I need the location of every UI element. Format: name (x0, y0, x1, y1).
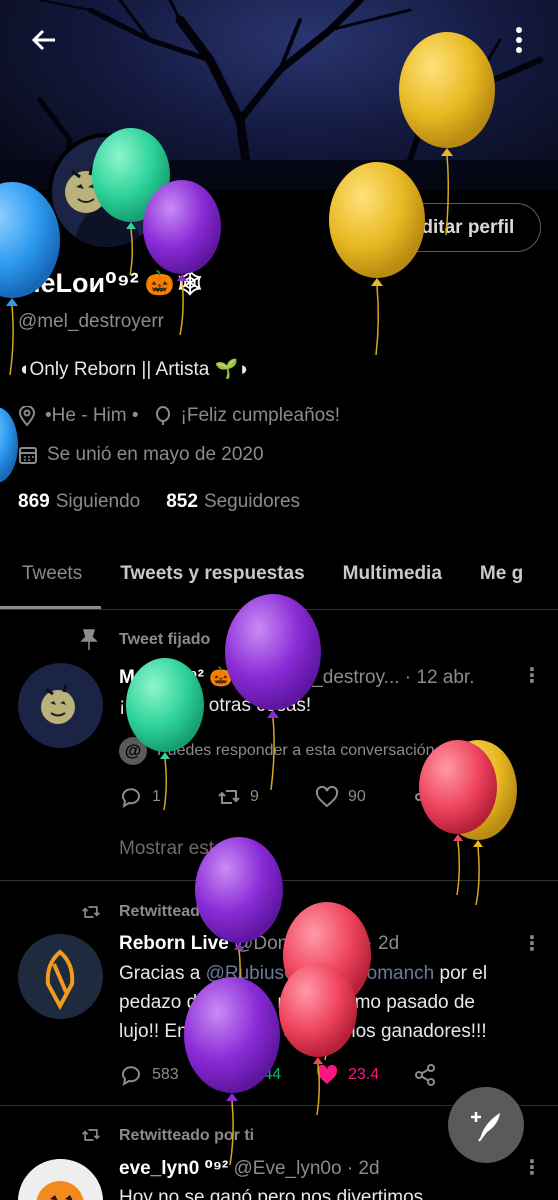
tweet-author-avatar[interactable] (18, 934, 103, 1019)
tweet-author-handle: @DonReborn2 (234, 933, 362, 954)
reply-icon (122, 1066, 140, 1087)
reborn-logo-avatar-image (18, 934, 103, 1019)
conversation-notice: @ Puedes responder a esta conversación (119, 737, 435, 765)
location-pin-icon (18, 406, 36, 426)
name-emojis: 🎃🕸 (144, 270, 206, 297)
tweet-text: ¡Dibujos y otras cosas! (119, 695, 312, 716)
arrow-left-icon (31, 29, 55, 51)
pumpkin-head-avatar-image (18, 663, 103, 748)
tweet-text-part: Gracias a (119, 963, 206, 984)
pin-icon (80, 629, 98, 650)
tweet-time: · 2d (346, 1158, 380, 1179)
profile-handle: @mel_destroyerr (18, 311, 164, 332)
like-count: 90 (348, 788, 366, 805)
profile-joined-row: Se unió en mayo de 2020 (18, 444, 264, 466)
retweet-icon (218, 790, 240, 804)
tweet-text: Gracias a @RubiusOMG @Komanch por el ped… (119, 959, 519, 1046)
heart-icon (315, 785, 339, 808)
followers-link[interactable]: 852 Seguidores (166, 491, 300, 513)
retweet-button[interactable]: 1,44 (217, 1063, 315, 1087)
share-icon (415, 1064, 435, 1086)
tweet-context-label: Retwitteado por ti (119, 1127, 255, 1144)
more-options-button[interactable] (499, 20, 539, 60)
retweet-button[interactable]: 9 (217, 785, 315, 809)
balloon-gold (329, 162, 425, 356)
like-count: 23.4 (348, 1066, 380, 1083)
reply-count: 1 (152, 788, 161, 805)
tab-tweets-and-replies[interactable]: Tweets y respuestas (101, 552, 323, 609)
tweet-author-name[interactable]: MeLoи⁰⁹² 🎃🕸 (119, 667, 257, 688)
like-button[interactable]: 90 (315, 785, 413, 809)
conversation-notice-text: Puedes responder a esta conversación (157, 742, 435, 759)
display-name: MeLoи⁰⁹² (18, 268, 139, 298)
tweet-author-handle: @mel_destroy... (262, 667, 400, 688)
retweet-icon (82, 1129, 100, 1141)
retweet-count: 1,44 (250, 1066, 282, 1083)
tweet-time: · 12 abr. (404, 667, 475, 688)
pumpkin-avatar-image (18, 1159, 103, 1200)
profile-bio: ◖Only Reborn || Artista 🌱◗ (18, 359, 250, 380)
tweet-time: · 2d (366, 933, 400, 954)
tweet-more-button[interactable]: ⋮ (522, 663, 542, 688)
profile-avatar[interactable] (48, 133, 166, 251)
profile-name: MeLoи⁰⁹² 🎃🕸 (18, 268, 205, 299)
tab-likes[interactable]: Me g (461, 552, 542, 609)
share-button[interactable] (413, 785, 511, 809)
balloon-blue (0, 407, 18, 483)
tweet-author-name[interactable]: Reborn Live (119, 933, 229, 954)
tweet-header: MeLoи⁰⁹² 🎃🕸 @mel_destroy... · 12 abr. (119, 665, 475, 689)
tweet-context-label: Tweet fijado (119, 631, 211, 648)
tweet-more-button[interactable]: ⋮ (522, 931, 542, 956)
tweet-header: Reborn Live @DonReborn2 · 2d (119, 933, 399, 955)
tweet-header: eve_lyn0 ⁰⁹² @Eve_lyn0o · 2d (119, 1157, 380, 1180)
tweet-author-avatar[interactable] (18, 1159, 103, 1200)
show-thread-link[interactable]: Mostrar este hilo (119, 838, 259, 860)
calendar-icon (19, 447, 37, 464)
tweet-pinned[interactable]: Tweet fijado MeLoи⁰⁹² 🎃🕸 @mel_destroy...… (0, 611, 558, 881)
tweet-context-label: Retwitteado por ti (119, 903, 255, 920)
tweet-mentions[interactable]: @RubiusOMG @Komanch (206, 963, 435, 984)
tweet-author-name[interactable]: eve_lyn0 ⁰⁹² (119, 1158, 228, 1179)
at-sign-icon: @ (119, 737, 147, 765)
edit-profile-button[interactable]: Editar perfil (382, 203, 541, 252)
back-button[interactable] (24, 20, 64, 60)
reply-button[interactable]: 1 (119, 785, 217, 809)
tweet-actions: 1 9 90 (119, 785, 511, 809)
profile-tabs: Tweets Tweets y respuestas Multimedia Me… (0, 552, 558, 610)
tweet-retweeted-reborn[interactable]: Retwitteado por ti Reborn Live @DonRebor… (0, 882, 558, 1106)
heart-filled-icon (316, 1064, 338, 1084)
reply-count: 583 (152, 1066, 179, 1083)
tweet-author-avatar[interactable] (18, 663, 103, 748)
compose-tweet-button[interactable] (448, 1087, 524, 1163)
followers-label: Seguidores (203, 491, 301, 512)
profile-meta-row: •He - Him • ¡Feliz cumpleaños! (18, 405, 340, 427)
followers-count: 852 (166, 491, 198, 512)
profile-birthday: ¡Feliz cumpleaños! (180, 405, 340, 426)
tab-tweets[interactable]: Tweets (0, 552, 102, 609)
profile-joined: Se unió en mayo de 2020 (47, 444, 264, 465)
profile-location: •He - Him • (45, 405, 139, 426)
following-label: Siguiendo (55, 491, 141, 512)
balloon-icon (155, 406, 170, 425)
retweet-count: 9 (250, 788, 259, 805)
more-vertical-icon (516, 27, 522, 53)
following-link[interactable]: 869 Siguiendo (18, 491, 140, 513)
share-icon (415, 786, 435, 808)
tweet-author-handle: @Eve_lyn0o (233, 1158, 342, 1179)
follow-counts: 869 Siguiendo 852 Seguidores (18, 491, 300, 513)
share-button[interactable] (413, 1063, 511, 1087)
following-count: 869 (18, 491, 50, 512)
retweet-icon (82, 906, 100, 918)
like-button[interactable]: 23.4 (315, 1063, 413, 1087)
retweet-icon (218, 1068, 240, 1082)
reply-button[interactable]: 583 (119, 1063, 217, 1087)
pumpkin-head-avatar-image (52, 137, 162, 247)
reply-icon (122, 788, 140, 809)
tweet-text: Hoy no se ganó pero nos divertimos (119, 1187, 424, 1200)
tweet-actions: 583 1,44 23.4 (119, 1063, 511, 1087)
feather-plus-icon (471, 1112, 500, 1142)
tab-media[interactable]: Multimedia (324, 552, 461, 609)
tweet-more-button[interactable]: ⋮ (522, 1155, 542, 1180)
